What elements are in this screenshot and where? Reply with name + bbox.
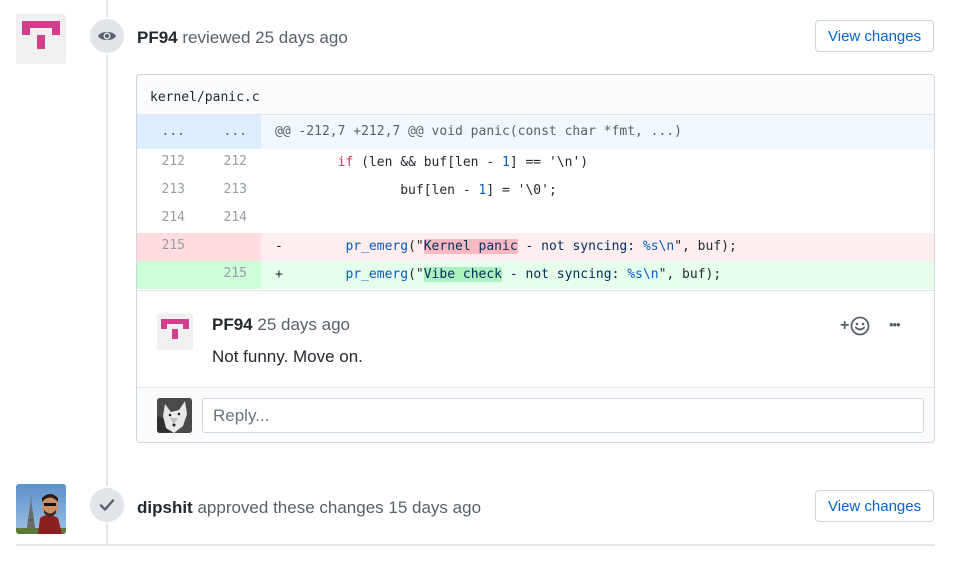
add-reaction-button[interactable]: +: [840, 315, 870, 337]
line-number-new[interactable]: 212: [199, 149, 261, 177]
avatar[interactable]: [16, 484, 66, 534]
plus-label: +: [840, 317, 850, 334]
file-path[interactable]: kernel/panic.c: [137, 75, 934, 115]
line-number-old[interactable]: 214: [137, 205, 199, 233]
line-number-new[interactable]: ...: [199, 115, 261, 149]
diff-marker: -: [275, 239, 283, 254]
reply-input[interactable]: [202, 398, 924, 433]
diff-context-line: 212 212 if (len && buf[len - 1] == '\n'): [137, 149, 934, 177]
divider: [16, 544, 935, 546]
comment-header: PF94 25 days ago: [212, 315, 350, 335]
review-event-text: PF94 reviewed 25 days ago: [137, 28, 348, 48]
avatar[interactable]: [157, 314, 193, 350]
line-number-old[interactable]: 212: [137, 149, 199, 177]
code-line: buf[len - 1] = '\0';: [275, 183, 557, 198]
code-line: + pr_emerg("Vibe check - not syncing: %s…: [261, 261, 934, 289]
user-photo-avatar-icon: [16, 484, 66, 534]
view-changes-button[interactable]: View changes: [815, 20, 935, 52]
event-time[interactable]: 25 days ago: [255, 28, 348, 47]
author-link[interactable]: dipshit: [137, 498, 193, 517]
fox-avatar-icon: [157, 398, 192, 433]
more-options-button[interactable]: •••: [889, 317, 901, 332]
line-number-new[interactable]: 215: [199, 261, 261, 289]
line-number-new[interactable]: 213: [199, 177, 261, 205]
inline-comment: PF94 25 days ago Not funny. Move on. + •…: [137, 290, 934, 388]
diff-hunk-header: ... ... @@ -212,7 +212,7 @@ void panic(c…: [137, 115, 934, 149]
line-number-new[interactable]: 214: [199, 205, 261, 233]
diff-marker: +: [275, 267, 283, 282]
author-link[interactable]: PF94: [137, 28, 178, 47]
changed-word: Kernel panic: [423, 239, 518, 254]
event-action: approved these changes: [197, 498, 384, 517]
code-line: - pr_emerg("Kernel panic - not syncing: …: [261, 233, 934, 261]
comment-body: Not funny. Move on.: [212, 347, 363, 366]
line-number-old: [137, 261, 199, 289]
event-action: reviewed: [182, 28, 251, 47]
eye-icon: [98, 31, 116, 41]
view-changes-button[interactable]: View changes: [815, 490, 935, 522]
diff-added-line: 215 + pr_emerg("Vibe check - not syncing…: [137, 261, 934, 289]
line-number-old[interactable]: 213: [137, 177, 199, 205]
diff-context-line: 213 213 buf[len - 1] = '\0';: [137, 177, 934, 205]
changed-word: Vibe check: [423, 267, 503, 282]
line-number-old[interactable]: ...: [137, 115, 199, 149]
line-number-old[interactable]: 215: [137, 233, 199, 261]
event-time[interactable]: 15 days ago: [388, 498, 481, 517]
review-comment-box: kernel/panic.c ... ... @@ -212,7 +212,7 …: [136, 74, 935, 443]
comment-time[interactable]: 25 days ago: [257, 315, 350, 334]
avatar[interactable]: [16, 14, 66, 64]
author-link[interactable]: PF94: [212, 315, 253, 334]
smiley-icon: [850, 316, 870, 336]
reply-area: [137, 387, 934, 442]
avatar[interactable]: [157, 398, 192, 433]
line-number-new: [199, 233, 261, 261]
diff-deleted-line: 215 - pr_emerg("Kernel panic - not synci…: [137, 233, 934, 261]
approved-badge: [88, 486, 126, 524]
approval-event-text: dipshit approved these changes 15 days a…: [137, 498, 481, 518]
timeline-line: [106, 0, 108, 546]
check-icon: [99, 499, 115, 511]
diff-context-line: 214 214: [137, 205, 934, 233]
code-line: if (len && buf[len - 1] == '\n'): [337, 155, 589, 170]
review-badge: [88, 17, 126, 55]
hunk-text: @@ -212,7 +212,7 @@ void panic(const cha…: [275, 124, 682, 139]
